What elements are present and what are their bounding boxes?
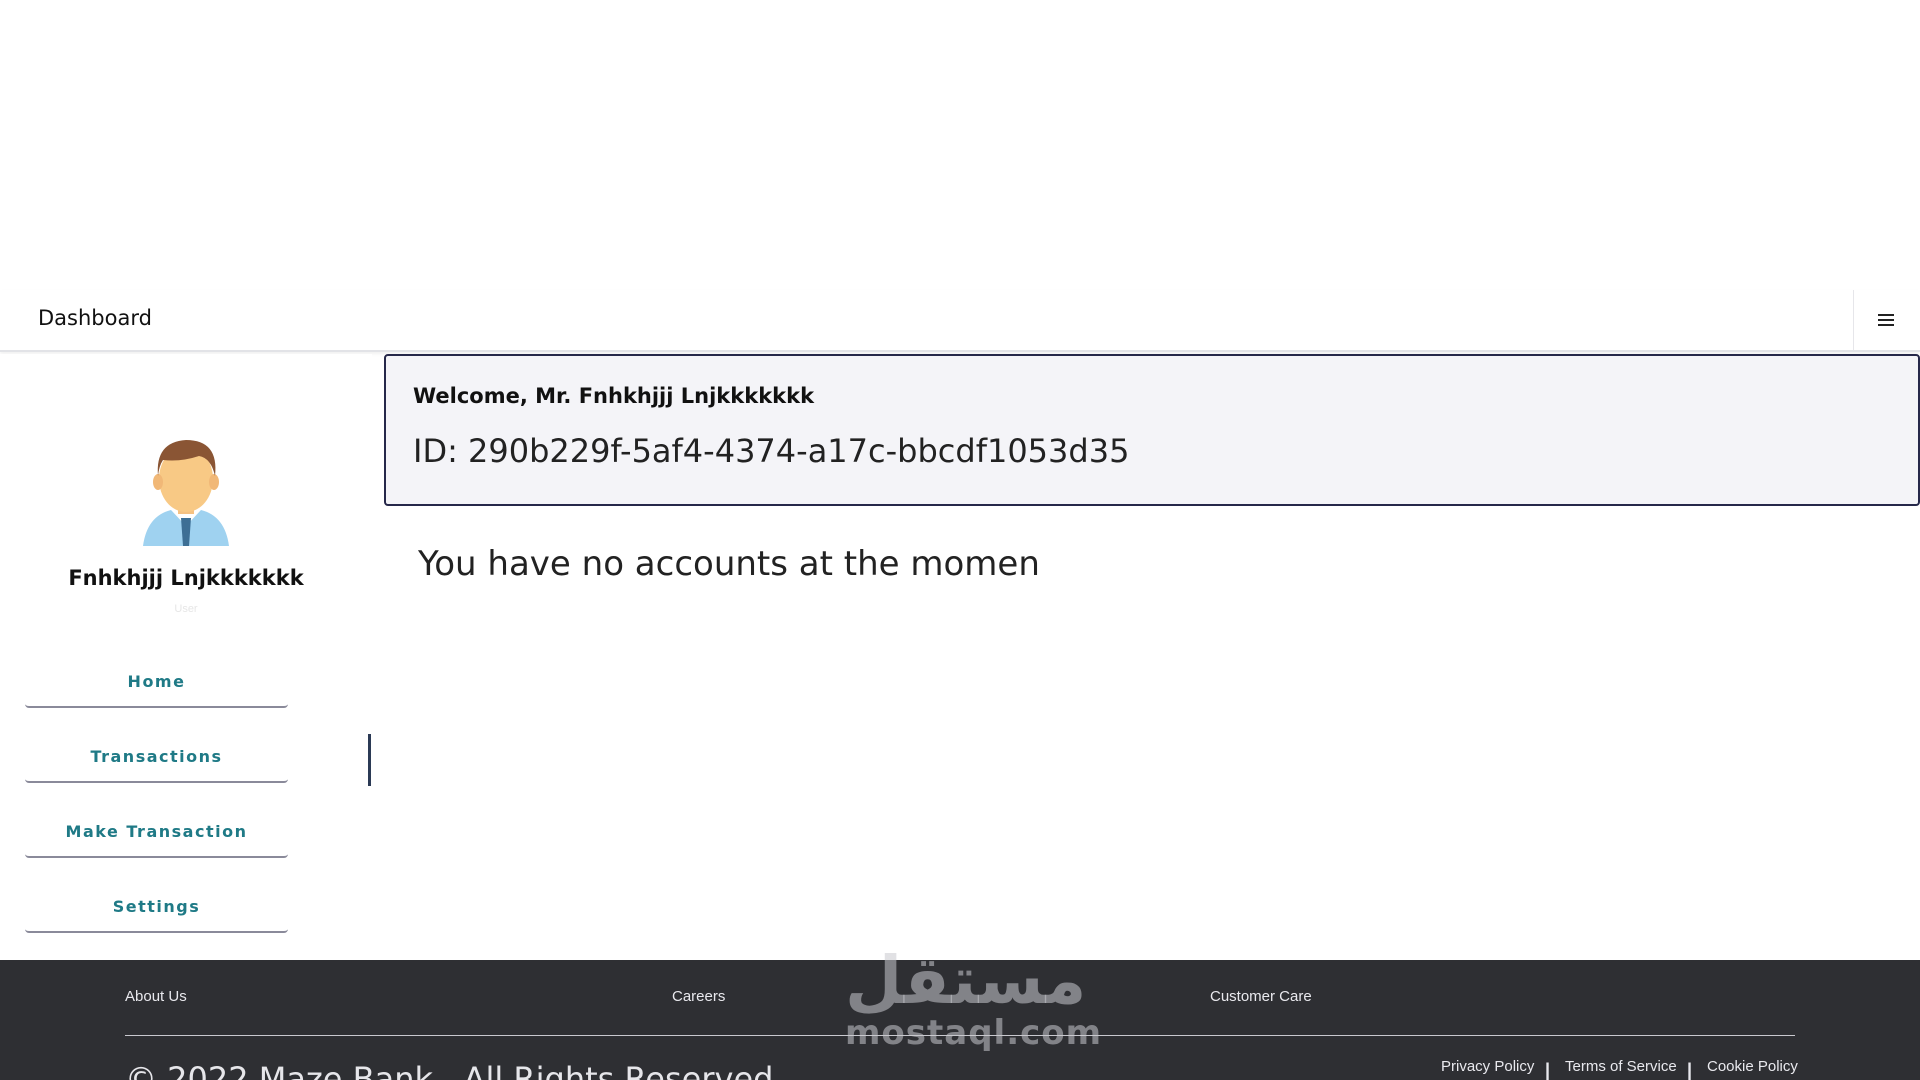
sidebar-item-home[interactable]: Home [25, 656, 288, 708]
footer-link-careers[interactable]: Careers [672, 988, 725, 1005]
sidebar-item-settings[interactable]: Settings [25, 881, 288, 933]
footer-divider [125, 1035, 1795, 1036]
sidebar-item-transactions[interactable]: Transactions [25, 731, 288, 783]
user-avatar-icon [143, 440, 229, 546]
footer-link-terms-of-service[interactable]: Terms of Service [1565, 1058, 1677, 1075]
sidebar-item-make-transaction[interactable]: Make Transaction [25, 806, 288, 858]
top-header: Dashboard [0, 290, 1920, 352]
footer-separator: | [1687, 1060, 1693, 1080]
page-title: Dashboard [38, 306, 152, 330]
footer-link-cookie-policy[interactable]: Cookie Policy [1707, 1058, 1798, 1075]
empty-accounts-message: You have no accounts at the momen [418, 544, 1040, 584]
welcome-card: Welcome, Mr. Fnhkhjjj Lnjkkkkkkk ID: 290… [384, 354, 1920, 506]
footer-link-customer-care[interactable]: Customer Care [1210, 988, 1312, 1005]
menu-toggle[interactable] [1853, 290, 1920, 350]
welcome-message: Welcome, Mr. Fnhkhjjj Lnjkkkkkkk [413, 384, 815, 408]
footer-link-privacy-policy[interactable]: Privacy Policy [1441, 1058, 1534, 1075]
active-nav-indicator [368, 734, 371, 786]
user-name: Fnhkhjjj Lnjkkkkkkk [68, 566, 304, 590]
footer: About Us Careers Customer Care © 2022 Ma… [0, 960, 1920, 1080]
user-id: ID: 290b229f-5af4-4374-a17c-bbcdf1053d35 [413, 432, 1130, 470]
user-role: User [174, 603, 198, 615]
footer-separator: | [1545, 1060, 1551, 1080]
footer-link-about-us[interactable]: About Us [125, 988, 187, 1005]
copyright: © 2022 Maze Bank . All Rights Reserved [125, 1060, 774, 1080]
top-blank-area [0, 0, 1920, 290]
hamburger-menu-icon[interactable] [1878, 314, 1894, 328]
